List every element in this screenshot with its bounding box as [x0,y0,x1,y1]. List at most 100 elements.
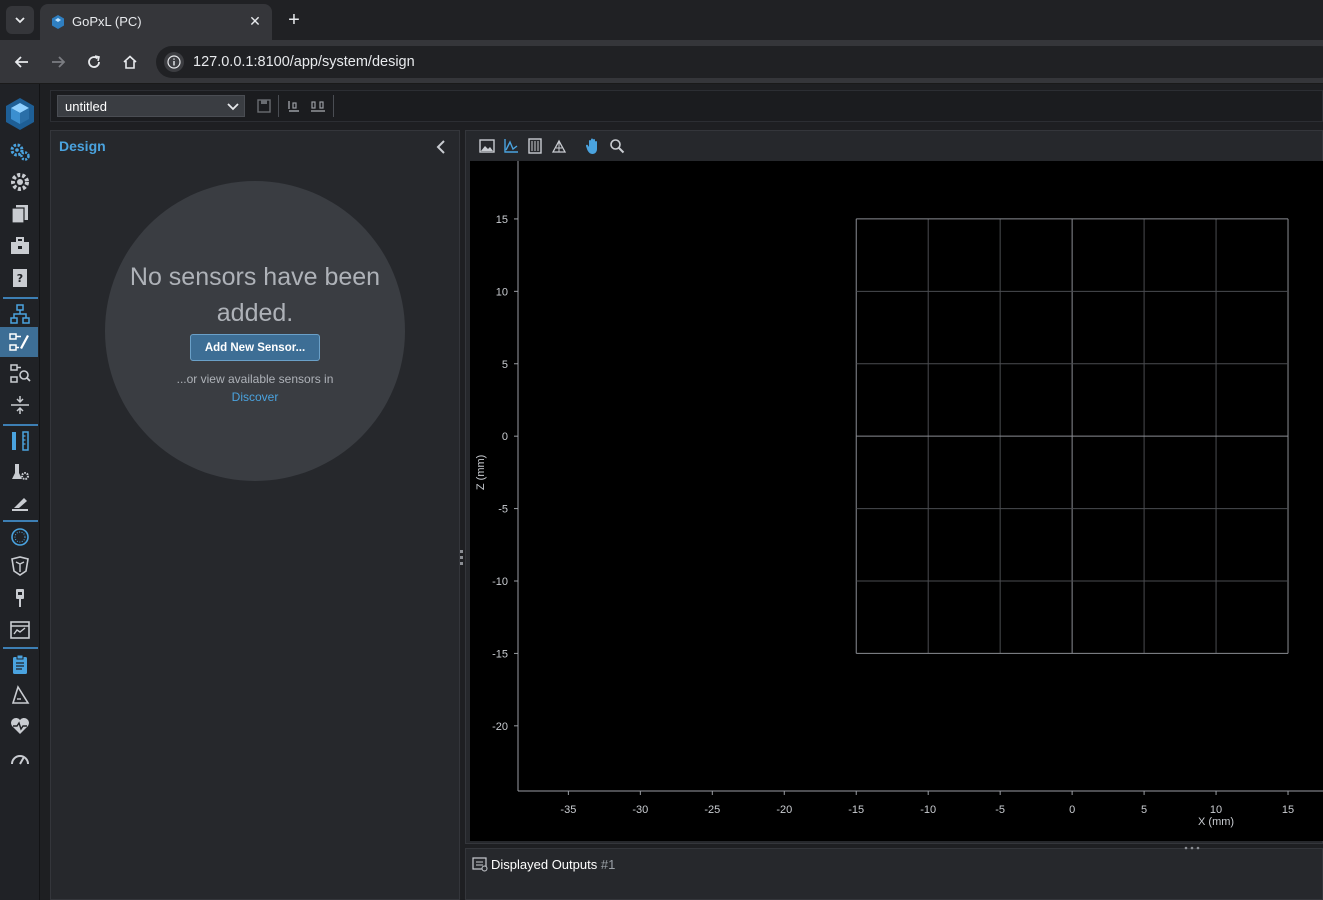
empty-message: No sensors have been added. [129,263,381,327]
y-tick-label: 15 [496,214,508,226]
scanner-settings-icon[interactable] [6,458,34,486]
toolbar-separator [333,95,334,117]
sphere-icon[interactable] [6,523,34,551]
browser-tab[interactable]: GoPxL (PC) ✕ [40,4,272,40]
design-panel: Design No sensors have been added. Add N… [50,130,460,900]
clipboard-icon[interactable] [6,650,34,678]
x-tick-label: -15 [848,804,864,816]
tab-title: GoPxL (PC) [72,14,142,29]
laser-icon[interactable] [6,489,34,517]
filter-icon[interactable] [6,552,34,580]
gopxl-logo-icon [6,98,34,130]
discover-link[interactable]: Discover [105,390,405,404]
sensor-connect-icon[interactable] [285,97,303,115]
zoom-search-icon[interactable] [608,137,626,155]
toolbar-separator [278,95,279,117]
y-axis-label: Z (mm) [475,455,487,490]
sensor-disconnect-icon[interactable] [309,97,327,115]
nav-separator [3,424,38,426]
tools-search-icon[interactable] [6,360,34,388]
x-tick-label: -20 [776,804,792,816]
home-icon[interactable] [118,50,142,74]
profile-view-icon[interactable] [502,137,520,155]
chevron-left-icon[interactable] [433,139,449,155]
profile-plot-svg: 15 10 5 0 -5 -10 -15 -20 -35 -30 -25 -20 -15 -10 -5 0 5 1… [475,161,1323,828]
job-select[interactable]: untitled [57,95,245,117]
address-bar[interactable]: 127.0.0.1:8100/app/system/design [156,46,1323,78]
y-tick-label: -5 [498,504,508,516]
site-info-icon[interactable] [164,52,184,72]
tab-list-button[interactable] [6,6,34,34]
dashboard-window-icon[interactable] [6,616,34,644]
discover-hint: ...or view available sensors in [176,372,334,386]
x-tick-label: 5 [1141,804,1147,816]
align-icon[interactable] [6,391,34,419]
x-tick-label: 0 [1069,804,1075,816]
forward-icon[interactable] [46,50,70,74]
nav-separator [3,647,38,649]
panel-title: Design [59,138,106,154]
back-icon[interactable] [10,50,34,74]
x-axis-label: X (mm) [1198,816,1234,828]
gear-icon[interactable] [6,168,34,196]
surface-view-icon[interactable] [526,137,544,155]
panel-splitter[interactable] [460,550,464,570]
chevron-down-icon [15,17,25,24]
nav-separator [3,520,38,522]
browser-tab-bar: GoPxL (PC) ✕ + [0,0,1323,40]
outputs-title-text: Displayed Outputs [491,857,598,872]
new-tab-icon[interactable]: + [282,8,306,32]
browser-toolbar: 127.0.0.1:8100/app/system/design [0,40,1323,84]
files-icon[interactable] [6,200,34,228]
y-tick-label: -10 [492,576,508,588]
design-icon[interactable] [0,327,38,357]
app-toolbar: untitled [50,90,1323,122]
y-tick-label: -15 [492,648,508,660]
speedometer-icon[interactable] [6,745,34,773]
reload-icon[interactable] [82,50,106,74]
hand-pan-icon[interactable] [584,137,602,155]
outputs-title: Displayed Outputs #1 [491,857,615,872]
gears-icon[interactable] [6,138,34,166]
help-book-icon[interactable]: ? [6,264,34,292]
x-tick-label: 10 [1210,804,1222,816]
add-new-sensor-button[interactable]: Add New Sensor... [190,334,320,361]
x-tick-label: -35 [560,804,576,816]
measure-icon[interactable] [6,427,34,455]
y-tick-label: 0 [502,431,508,443]
viewer-toolbar [466,131,1323,161]
triangle-measure-icon[interactable] [6,681,34,709]
nav-separator [3,297,38,299]
x-tick-label: -10 [920,804,936,816]
chevron-down-icon [227,103,239,111]
y-tick-label: 10 [496,286,508,298]
health-icon[interactable] [6,712,34,740]
3d-view-icon[interactable] [550,137,568,155]
image-view-icon[interactable] [478,137,496,155]
data-viewer: 15 10 5 0 -5 -10 -15 -20 -35 -30 -25 -20 -15 -10 -5 0 5 1… [465,130,1323,844]
y-tick-label: 5 [502,359,508,371]
url-text: 127.0.0.1:8100/app/system/design [193,54,415,70]
save-icon[interactable] [255,97,273,115]
outputs-list-icon [472,857,488,872]
tab-close-icon[interactable]: ✕ [246,12,264,30]
profile-plot[interactable]: 15 10 5 0 -5 -10 -15 -20 -35 -30 -25 -20 -15 -10 -5 0 5 1… [470,161,1323,841]
empty-state: No sensors have been added. Add New Sens… [105,181,405,481]
gopxl-app: ? untitled Design No sensors have been a… [0,84,1323,900]
toolbox-icon[interactable] [6,232,34,260]
probe-icon[interactable] [6,584,34,612]
x-tick-label: -25 [704,804,720,816]
network-icon[interactable] [6,300,34,328]
gopxl-logo[interactable] [0,92,40,136]
outputs-number: #1 [600,857,616,872]
side-navigation: ? [0,84,40,900]
y-tick-label: -20 [492,721,508,733]
x-tick-label: -5 [995,804,1005,816]
svg-text:?: ? [17,272,23,285]
x-tick-label: -30 [632,804,648,816]
resize-grip-icon[interactable] [1182,846,1202,850]
x-tick-label: 15 [1282,804,1294,816]
job-name: untitled [65,99,107,114]
displayed-outputs-panel: Displayed Outputs #1 [465,846,1323,900]
gopxl-favicon-icon [52,15,64,29]
